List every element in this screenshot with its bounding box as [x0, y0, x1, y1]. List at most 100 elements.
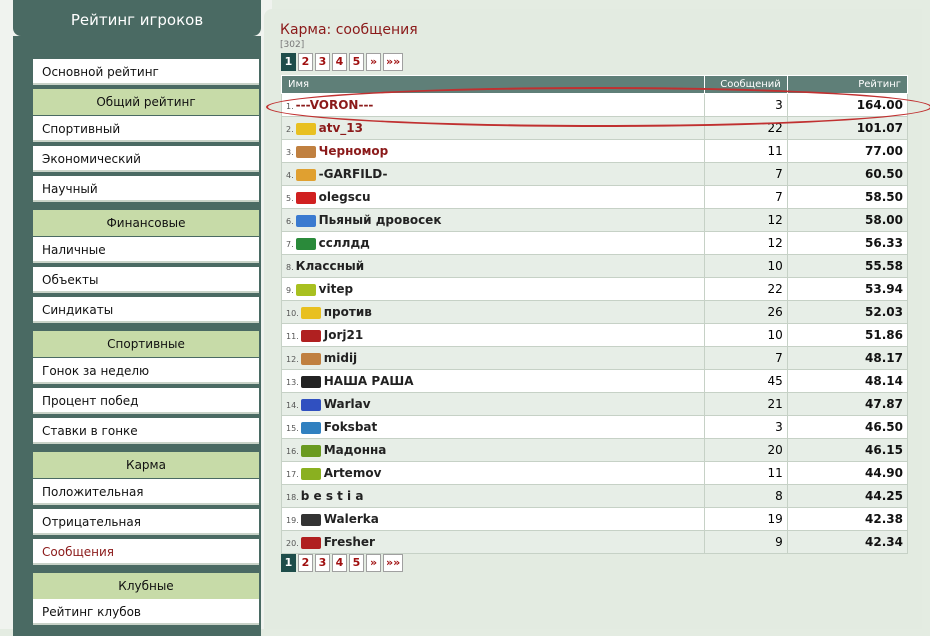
- table-row: 4. -GARFILD- 7 60.50: [281, 162, 909, 186]
- page-link[interactable]: 3: [315, 554, 330, 572]
- player-name-link[interactable]: Foksbat: [324, 420, 378, 434]
- sidebar-item[interactable]: Научный: [33, 176, 259, 202]
- cell-messages: 20: [703, 438, 788, 462]
- hazard-icon: [300, 444, 321, 457]
- cell-name: 15. Foksbat: [281, 415, 705, 439]
- rank-number: 3.: [286, 148, 294, 157]
- player-name-link[interactable]: Walerka: [324, 512, 379, 526]
- cell-name: 18. b e s t i a: [281, 484, 705, 508]
- cell-rating: 55.58: [786, 254, 909, 278]
- table-row: 18. b e s t i a 8 44.25: [281, 484, 909, 508]
- cell-name: 6. Пьяный дровосек: [281, 208, 705, 232]
- cell-name: 10. против: [281, 300, 705, 324]
- cell-messages: 3: [703, 93, 788, 117]
- page-link[interactable]: 5: [349, 554, 364, 572]
- page-link[interactable]: 3: [315, 53, 330, 71]
- cell-name: 17. Artemov: [281, 461, 705, 485]
- table-row: 16. Мадонна 20 46.15: [281, 438, 909, 462]
- column-header-name[interactable]: Имя: [281, 75, 705, 94]
- player-name-link[interactable]: b e s t i a: [301, 489, 364, 503]
- player-name-link[interactable]: midij: [324, 351, 357, 365]
- flag-icon: [300, 398, 321, 411]
- sidebar-item[interactable]: Спортивный: [33, 116, 259, 142]
- sidebar: Рейтинг игроков Основной рейтинг Общий ре…: [0, 0, 272, 636]
- page-link[interactable]: 2: [298, 554, 313, 572]
- player-name-link[interactable]: НАША РАША: [324, 374, 414, 388]
- cell-messages: 10: [703, 254, 788, 278]
- total-count: [302]: [280, 40, 305, 50]
- sidebar-section-heading: Общий рейтинг: [33, 89, 259, 115]
- table-body: 1. ---VORON--- 3 164.00 2. atv_13 22 101.07 3. Че…: [281, 93, 909, 554]
- sidebar-item[interactable]: Отрицательная: [33, 509, 259, 535]
- animal-icon: [295, 145, 316, 158]
- player-name-link[interactable]: против: [324, 305, 372, 319]
- badge-icon: [300, 329, 321, 342]
- sidebar-item[interactable]: Положительная: [33, 479, 259, 505]
- table-row: 14. Warlav 21 47.87: [281, 392, 909, 416]
- pager-top: 1 2 3 4 5»»»: [281, 53, 404, 71]
- cell-rating: 58.50: [786, 185, 909, 209]
- table-row: 11. Jorj21 10 51.86: [281, 323, 909, 347]
- player-name-link[interactable]: Artemov: [324, 466, 382, 480]
- rank-number: 18.: [286, 493, 299, 502]
- sidebar-section-heading: Финансовые: [33, 210, 259, 236]
- player-name-link[interactable]: olegscu: [319, 190, 371, 204]
- rank-number: 6.: [286, 217, 294, 226]
- page-current: 1: [281, 53, 296, 71]
- page-link[interactable]: 2: [298, 53, 313, 71]
- page-link[interactable]: »»: [383, 53, 404, 71]
- player-name-link[interactable]: Warlav: [324, 397, 371, 411]
- table-header-row: Имя Сообщений Рейтинг: [281, 75, 909, 94]
- page-link[interactable]: 4: [332, 53, 347, 71]
- table-row: 10. против 26 52.03: [281, 300, 909, 324]
- sidebar-item[interactable]: Процент побед: [33, 388, 259, 414]
- player-name-link[interactable]: Пьяный дровосек: [319, 213, 442, 227]
- player-name-link[interactable]: ---VORON---: [296, 98, 374, 112]
- player-name-link[interactable]: vitep: [319, 282, 353, 296]
- sidebar-item[interactable]: Синдикаты: [33, 297, 259, 323]
- player-name-link[interactable]: Черномор: [319, 144, 389, 158]
- player-name-link[interactable]: Fresher: [324, 535, 375, 549]
- player-name-link[interactable]: ссллдд: [319, 236, 370, 250]
- cell-messages: 21: [703, 392, 788, 416]
- cell-messages: 12: [703, 231, 788, 255]
- cell-rating: 77.00: [786, 139, 909, 163]
- sidebar-item[interactable]: Наличные: [33, 237, 259, 263]
- player-name-link[interactable]: Классный: [296, 259, 364, 273]
- page-link[interactable]: »»: [383, 554, 404, 572]
- sidebar-item[interactable]: Объекты: [33, 267, 259, 293]
- player-name-link[interactable]: atv_13: [319, 121, 363, 135]
- logo-icon: [300, 513, 321, 526]
- sidebar-item[interactable]: Рейтинг клубов: [33, 599, 259, 625]
- rank-number: 13.: [286, 378, 299, 387]
- player-name-link[interactable]: Jorj21: [324, 328, 363, 342]
- column-header-messages[interactable]: Сообщений: [703, 75, 788, 94]
- cell-name: 11. Jorj21: [281, 323, 705, 347]
- page-link[interactable]: 5: [349, 53, 364, 71]
- cell-messages: 11: [703, 461, 788, 485]
- table-row: 2. atv_13 22 101.07: [281, 116, 909, 140]
- badge-icon: [295, 283, 316, 296]
- page-link[interactable]: 4: [332, 554, 347, 572]
- sidebar-section-heading: Карма: [33, 452, 259, 478]
- badge-icon: [300, 536, 321, 549]
- sidebar-item[interactable]: Сообщения: [33, 539, 259, 565]
- sidebar-item[interactable]: Основной рейтинг: [33, 59, 259, 85]
- animal-icon: [300, 352, 321, 365]
- cell-messages: 45: [703, 369, 788, 393]
- table-row: 9. vitep 22 53.94: [281, 277, 909, 301]
- page-link[interactable]: »: [366, 53, 381, 71]
- player-name-link[interactable]: -GARFILD-: [319, 167, 388, 181]
- sidebar-item[interactable]: Экономический: [33, 146, 259, 172]
- cell-messages: 9: [703, 530, 788, 554]
- cell-name: 2. atv_13: [281, 116, 705, 140]
- sidebar-item[interactable]: Ставки в гонке: [33, 418, 259, 444]
- badge-icon: [300, 467, 321, 480]
- player-name-link[interactable]: Мадонна: [324, 443, 387, 457]
- cell-name: 12. midij: [281, 346, 705, 370]
- page-link[interactable]: »: [366, 554, 381, 572]
- sidebar-item[interactable]: Гонок за неделю: [33, 358, 259, 384]
- column-header-rating[interactable]: Рейтинг: [786, 75, 909, 94]
- logo-icon: [300, 421, 321, 434]
- eye-icon: [300, 306, 321, 319]
